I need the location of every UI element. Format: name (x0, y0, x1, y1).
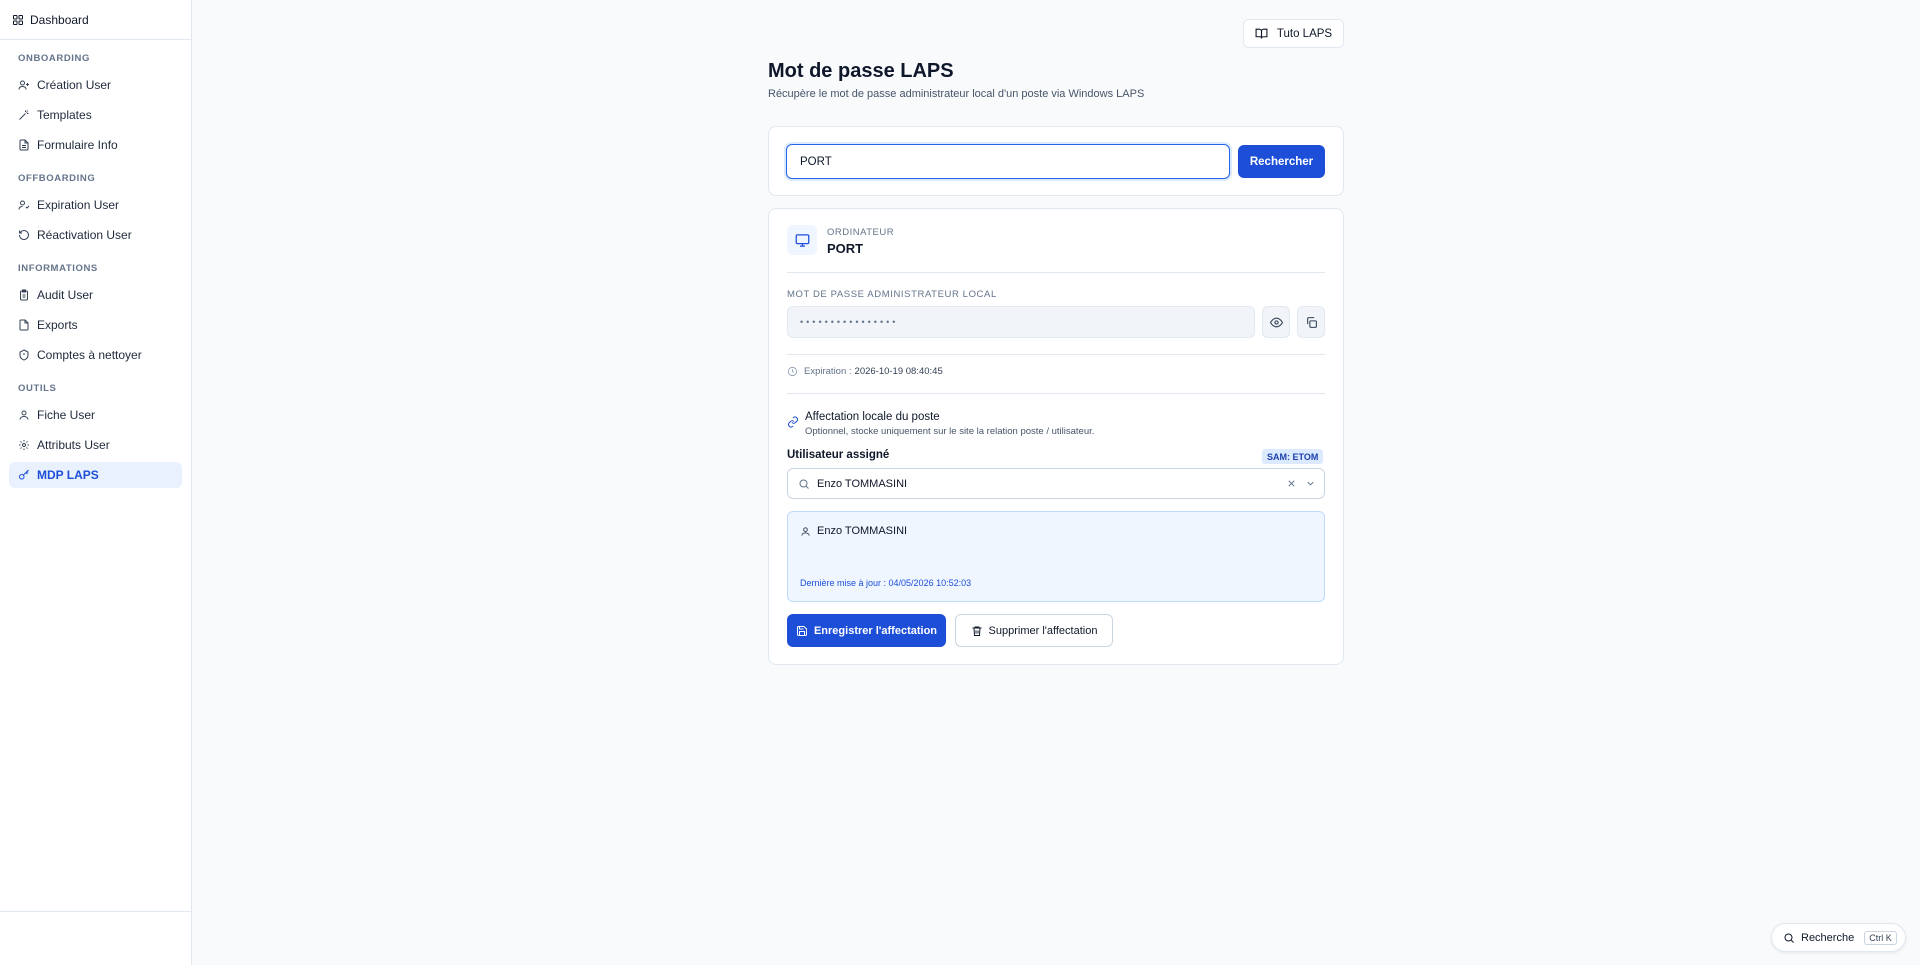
save-icon (796, 625, 807, 636)
selected-user-name: Enzo TOMMASINI (817, 525, 908, 537)
assigned-user-value: Enzo TOMMASINI (817, 477, 908, 490)
wand-icon (19, 109, 29, 120)
delete-assignment-label: Supprimer l'affectation (988, 624, 1098, 637)
page-subtitle: Récupère le mot de passe administrateur … (768, 88, 1145, 100)
clock-icon (787, 366, 798, 377)
eye-icon (1269, 317, 1283, 327)
sidebar-item-fiche-user[interactable]: Fiche User (9, 402, 182, 428)
computer-name: PORT (827, 241, 864, 256)
user-clock-icon (18, 200, 30, 210)
sidebar-item-label: MDP LAPS (37, 468, 99, 482)
sidebar-item-dashboard[interactable]: Dashboard (0, 0, 191, 40)
password-field[interactable]: •••••••••••••••• (787, 306, 1255, 338)
password-label: MOT DE PASSE ADMINISTRATEUR LOCAL (787, 289, 997, 300)
search-button[interactable]: Rechercher (1238, 145, 1325, 178)
sidebar-item-mdp-laps[interactable]: MDP LAPS (9, 462, 182, 488)
assigned-user-label: Utilisateur assigné (787, 449, 890, 461)
sidebar-item-templates[interactable]: Templates (9, 102, 182, 128)
section-onboarding: ONBOARDING (18, 52, 90, 64)
section-offboarding: OFFBOARDING (18, 172, 96, 184)
sidebar-item-attributs-user[interactable]: Attributs User (9, 432, 182, 458)
sidebar-item-exports[interactable]: Exports (9, 312, 182, 338)
file-text-icon (19, 139, 29, 151)
sam-badge: SAM: ETOM (1262, 449, 1324, 464)
sidebar-item-label: Formulaire Info (37, 138, 118, 152)
dropdown-toggle[interactable] (1305, 478, 1316, 489)
sidebar-item-label: Templates (37, 108, 92, 122)
gear-icon (19, 440, 29, 450)
shield-icon (19, 349, 29, 361)
sidebar-item-comptes-a-nettoyer[interactable]: Comptes à nettoyer (9, 342, 182, 368)
save-assignment-label: Enregistrer l'affectation (813, 624, 938, 637)
delete-assignment-button[interactable]: Supprimer l'affectation (955, 614, 1113, 647)
sidebar-item-label: Audit User (37, 288, 94, 302)
grid-icon (13, 14, 23, 25)
search-icon (799, 479, 809, 489)
link-icon (788, 416, 798, 428)
shortcut-badge: Ctrl K (1864, 930, 1897, 945)
divider (787, 354, 1325, 355)
sidebar-item-audit-user[interactable]: Audit User (9, 282, 182, 308)
assignment-title: Affectation locale du poste (805, 411, 940, 423)
sidebar-item-label: Fiche User (37, 408, 96, 422)
assigned-user-select[interactable]: Enzo TOMMASINI (787, 468, 1325, 499)
user-icon (801, 526, 810, 536)
sidebar-item-expiration-user[interactable]: Expiration User (9, 192, 182, 218)
sidebar-item-label: Expiration User (37, 198, 120, 212)
sidebar-item-label: Création User (37, 78, 112, 92)
divider (787, 272, 1325, 273)
sidebar-item-label: Attributs User (37, 438, 110, 452)
chevron-down-icon (1307, 481, 1314, 486)
command-search-button[interactable]: Recherche Ctrl K (1771, 923, 1906, 952)
result-card: ORDINATEUR PORT MOT DE PASSE ADMINISTRAT… (768, 208, 1344, 665)
file-icon (19, 319, 29, 331)
clipboard-icon (20, 289, 28, 301)
section-outils: OUTILS (18, 382, 57, 394)
search-icon (1784, 933, 1794, 943)
save-assignment-button[interactable]: Enregistrer l'affectation (787, 614, 946, 647)
key-icon (19, 469, 29, 480)
divider (787, 393, 1325, 394)
copy-icon (1306, 316, 1317, 328)
rotate-icon (19, 230, 29, 240)
sidebar-item-label: Exports (37, 318, 78, 332)
show-password-button[interactable] (1262, 306, 1290, 338)
computer-search-input[interactable] (786, 144, 1230, 179)
clear-selection-button[interactable] (1286, 478, 1297, 489)
sidebar-item-label: Réactivation User (37, 228, 132, 242)
sidebar-footer-divider (0, 911, 191, 912)
tuto-laps-button[interactable]: Tuto LAPS (1243, 19, 1344, 48)
expiration-label: Expiration : (804, 366, 852, 377)
selected-user-row: Enzo TOMMASINI (800, 525, 907, 537)
sidebar-item-formulaire-info[interactable]: Formulaire Info (9, 132, 182, 158)
user-plus-icon (18, 80, 29, 90)
sidebar: Dashboard ONBOARDING Création User Templ… (0, 0, 192, 965)
close-icon (1288, 480, 1295, 487)
computer-icon-wrap (787, 225, 817, 255)
user-icon (19, 410, 29, 420)
copy-password-button[interactable] (1297, 306, 1325, 338)
trash-icon (972, 626, 982, 636)
sidebar-item-label: Dashboard (30, 12, 89, 27)
tuto-laps-label: Tuto LAPS (1276, 27, 1333, 40)
page-title: Mot de passe LAPS (768, 60, 954, 82)
selected-user-box: Enzo TOMMASINI Dernière mise à jour : 04… (787, 511, 1325, 602)
search-card: Rechercher (768, 126, 1344, 196)
sidebar-item-label: Comptes à nettoyer (37, 348, 142, 362)
expiration-value: 2026-10-19 08:40:45 (854, 366, 943, 377)
sidebar-item-reactivation-user[interactable]: Réactivation User (9, 222, 182, 248)
sidebar-item-creation-user[interactable]: Création User (9, 72, 182, 98)
monitor-icon (795, 233, 809, 247)
expiration-row: Expiration : 2026-10-19 08:40:45 (787, 366, 943, 377)
assignment-subtitle: Optionnel, stocke uniquement sur le site… (805, 426, 1095, 437)
last-update-text: Dernière mise à jour : 04/05/2026 10:52:… (800, 578, 972, 588)
book-open-icon (1255, 28, 1268, 39)
section-informations: INFORMATIONS (18, 262, 98, 274)
computer-label: ORDINATEUR (827, 227, 895, 238)
command-search-label: Recherche (1801, 931, 1855, 944)
